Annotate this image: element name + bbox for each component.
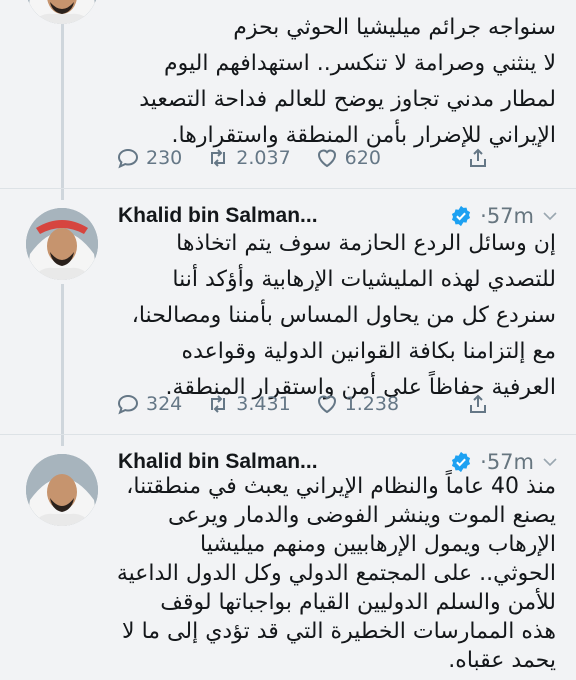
retweet-icon: [211, 395, 226, 413]
reply-button[interactable]: 230: [116, 146, 182, 170]
retweet-icon: [211, 149, 226, 167]
heart-icon: [317, 149, 336, 168]
profile-photo: [26, 208, 98, 280]
tweet-time: ·57m: [480, 450, 534, 474]
author-name[interactable]: Khalid bin Salman...: [118, 450, 318, 474]
tweet-text: منذ 40 عاماً والنظام الإيراني يعبث في من…: [116, 474, 556, 673]
divider: [0, 434, 576, 435]
retweet-button[interactable]: 3.431: [206, 392, 291, 416]
profile-photo: [26, 454, 98, 526]
share-button[interactable]: [466, 392, 496, 416]
reply-button[interactable]: 324: [116, 392, 182, 416]
heart-icon: [317, 395, 336, 414]
divider: [0, 188, 576, 189]
retweet-count: 3.431: [236, 393, 291, 415]
verified-badge-icon: [452, 205, 471, 227]
tweet-time: ·57m: [480, 204, 534, 228]
chevron-down-icon[interactable]: [542, 208, 558, 224]
thread-connector: [61, 284, 64, 446]
reply-count: 324: [146, 393, 183, 415]
reply-count: 230: [146, 147, 183, 169]
retweet-button[interactable]: 2.037: [206, 146, 291, 170]
thread-connector: [61, 24, 64, 200]
like-count: 1.238: [344, 393, 400, 415]
profile-photo: [26, 0, 98, 24]
author-name[interactable]: Khalid bin Salman...: [118, 204, 318, 228]
verified-badge-icon: [452, 451, 471, 473]
share-icon: [470, 394, 486, 413]
reply-icon: [117, 394, 139, 415]
tweet-text: إن وسائل الردع الحازمة سوف يتم اتخاذها ل…: [131, 231, 556, 400]
like-count: 620: [344, 147, 381, 169]
like-button[interactable]: 1.238: [315, 392, 399, 416]
avatar[interactable]: [26, 454, 98, 526]
like-button[interactable]: 620: [315, 146, 381, 170]
avatar[interactable]: [26, 0, 98, 24]
tweet-actions: 324 3.431 1.238: [116, 388, 496, 420]
reply-icon: [117, 148, 139, 169]
chevron-down-icon[interactable]: [542, 454, 558, 470]
share-button[interactable]: [466, 146, 496, 170]
retweet-count: 2.037: [236, 147, 291, 169]
tweet-actions: 230 2.037 620: [116, 142, 496, 174]
share-icon: [470, 148, 486, 167]
avatar[interactable]: [26, 208, 98, 280]
tweet-text: سنواجه جرائم ميليشيا الحوثي بحزم لا ينثن…: [139, 15, 556, 148]
